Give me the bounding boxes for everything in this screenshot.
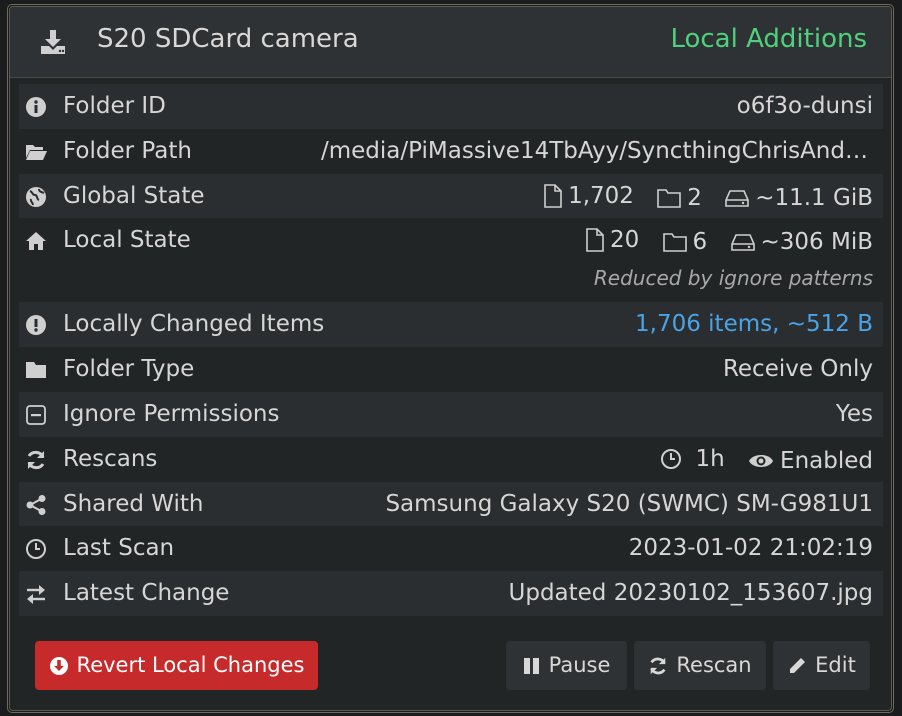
global-dirs-stat: 2 (657, 176, 702, 220)
local-state-label: Local State (63, 227, 191, 254)
refresh-icon (27, 450, 45, 469)
clock-icon (26, 539, 46, 560)
hdd-icon (725, 189, 750, 207)
local-files-stat: 20 (586, 218, 639, 262)
local-size-value: ~306 MiB (760, 229, 874, 256)
folder-outline-icon (657, 188, 682, 208)
revert-local-changes-button[interactable]: Revert Local Changes (35, 641, 318, 690)
ignore-permissions-label: Ignore Permissions (63, 400, 280, 427)
ignore-permissions-value: Yes (835, 400, 873, 427)
folder-icon (26, 362, 46, 379)
folder-title: S20 SDCard camera (97, 24, 359, 54)
file-icon (586, 228, 604, 253)
rescan-button-label: Rescan (676, 653, 752, 677)
global-files-count: 1,702 (568, 182, 634, 209)
folder-open-icon (26, 144, 47, 160)
local-files-count: 20 (609, 227, 640, 254)
arrow-circle-down-icon (49, 656, 68, 675)
rescans-label: Rescans (63, 445, 158, 472)
ignore-patterns-note: Reduced by ignore patterns (593, 266, 873, 291)
row-folder-id: Folder ID o6f3o-dunsi (19, 84, 883, 129)
panel-header[interactable]: S20 SDCard camera Local Additions (10, 7, 891, 78)
folder-path-value: /media/PiMassive14TbAyy/SyncthingChrisAn… (321, 137, 873, 164)
exchange-icon (27, 585, 45, 605)
globe-icon (26, 186, 46, 207)
row-local-state: Local State 20 6 ~306 MiB Reduced by ign… (19, 218, 883, 302)
folder-status: Local Additions (670, 24, 867, 54)
global-size-stat: ~11.1 GiB (725, 176, 873, 220)
shared-with-value: Samsung Galaxy S20 (SWMC) SM-G981U1 (385, 490, 873, 517)
folder-panel: S20 SDCard camera Local Additions Folder… (9, 6, 892, 711)
folder-type-value: Receive Only (722, 356, 873, 383)
pause-button-label: Pause (548, 653, 611, 677)
locally-changed-link[interactable]: 1,706 items, ~512 B (635, 302, 873, 346)
last-scan-value: 2023-01-02 21:02:19 (628, 535, 873, 562)
last-scan-label: Last Scan (63, 535, 175, 562)
hdd-icon (730, 234, 755, 252)
folder-id-value: o6f3o-dunsi (736, 93, 873, 119)
latest-change-value: Updated 20230102_153607.jpg (508, 580, 873, 607)
latest-change-label: Latest Change (63, 580, 230, 607)
global-size-value: ~11.1 GiB (755, 184, 873, 211)
folder-path-label: Folder Path (63, 137, 192, 164)
row-ignore-permissions: Ignore Permissions Yes (19, 391, 883, 437)
locally-changed-label: Locally Changed Items (63, 311, 325, 338)
local-state-value: 20 6 ~306 MiB (570, 218, 873, 267)
refresh-icon (650, 657, 666, 674)
row-folder-path: Folder Path /media/PiMassive14TbAyy/Sync… (19, 129, 883, 174)
row-folder-type: Folder Type Receive Only (19, 347, 883, 392)
info-circle-icon (26, 97, 46, 117)
watcher-stat: Enabled (748, 439, 873, 483)
folder-type-label: Folder Type (63, 356, 195, 383)
revert-button-label: Revert Local Changes (76, 653, 305, 677)
row-global-state: Global State 1,702 2 ~11.1 GiB (19, 173, 883, 219)
row-locally-changed: Locally Changed Items 1,706 items, ~512 … (19, 302, 883, 348)
rescans-value: 1h Enabled (644, 437, 873, 485)
eye-icon (749, 454, 774, 467)
local-dirs-count: 6 (692, 229, 708, 256)
row-latest-change: Latest Change Updated 20230102_153607.jp… (19, 571, 883, 616)
pause-icon (523, 657, 539, 674)
rescan-interval-stat: 1h (660, 437, 725, 481)
folder-id-label: Folder ID (63, 93, 166, 119)
local-dirs-stat: 6 (662, 220, 708, 264)
local-size-stat: ~306 MiB (730, 220, 874, 264)
rescan-interval-value: 1h (695, 445, 725, 472)
row-last-scan: Last Scan 2023-01-02 21:02:19 (19, 526, 883, 571)
home-icon (26, 232, 46, 251)
global-dirs-count: 2 (687, 184, 702, 211)
file-icon (544, 183, 562, 208)
watcher-value: Enabled (780, 447, 873, 474)
row-shared-with: Shared With Samsung Galaxy S20 (SWMC) SM… (19, 481, 883, 527)
folder-outline-icon (662, 233, 687, 253)
clock-icon (660, 448, 681, 469)
global-files-stat: 1,702 (544, 174, 634, 218)
folder-details-table: Folder ID o6f3o-dunsi Folder Path /media… (19, 84, 883, 616)
global-state-label: Global State (63, 182, 205, 209)
download-icon (41, 30, 65, 54)
global-state-value: 1,702 2 ~11.1 GiB (528, 174, 873, 223)
row-rescans: Rescans 1h Enabled (19, 437, 883, 482)
shared-with-label: Shared With (63, 490, 204, 517)
rescan-button[interactable]: Rescan (634, 641, 766, 690)
edit-button-label: Edit (815, 653, 856, 677)
share-icon (26, 494, 46, 515)
minus-square-icon (26, 405, 46, 425)
pause-button[interactable]: Pause (506, 641, 627, 690)
pencil-icon (790, 657, 806, 673)
edit-button[interactable]: Edit (773, 641, 870, 690)
exclamation-circle-icon (26, 315, 46, 336)
